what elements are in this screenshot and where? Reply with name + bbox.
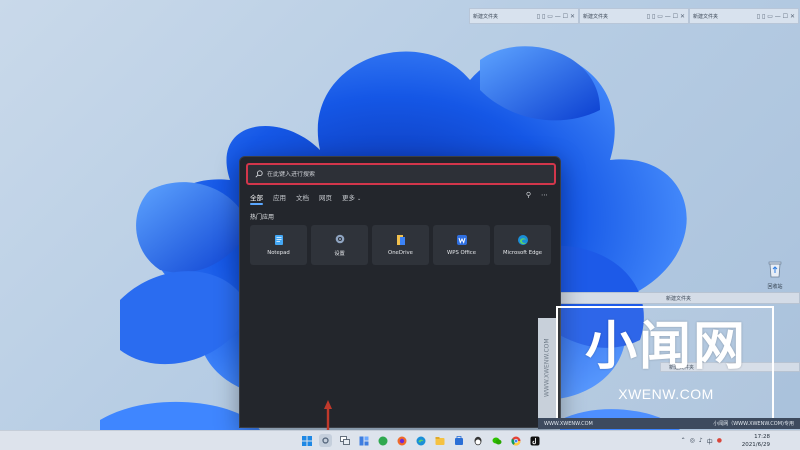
recycle-bin[interactable]: 回收站 bbox=[762, 260, 788, 290]
search-box[interactable] bbox=[246, 163, 556, 185]
clock-date: 2021/6/29 bbox=[741, 442, 770, 448]
qq-icon bbox=[474, 436, 481, 445]
mini-window-title: 新建文件夹 bbox=[583, 13, 609, 20]
taskbar: ⌃ ◎ ♪ 中 ● 17:28 2021/6/29 bbox=[0, 430, 800, 450]
mini-window-title: 新建文件夹 bbox=[473, 13, 499, 20]
app-name: OneDrive bbox=[388, 250, 413, 256]
chevron-up-icon[interactable]: ⌃ bbox=[681, 437, 686, 446]
network-icon[interactable]: ◎ bbox=[690, 437, 695, 446]
mini-window-2[interactable]: 新建文件夹 ▯ ▯ ▭ — ☐ ✕ bbox=[579, 8, 689, 24]
taskbar-app-explorer[interactable] bbox=[433, 434, 446, 447]
more-options-icon[interactable]: ⋯ bbox=[541, 191, 548, 199]
share-account-icon[interactable]: ⚲ bbox=[526, 191, 531, 199]
watermark-strip-left: WWW.XWENW.COM bbox=[544, 420, 593, 427]
clock-time: 17:28 bbox=[754, 434, 770, 440]
app-name: 设置 bbox=[334, 251, 345, 257]
onedrive-icon bbox=[396, 235, 405, 245]
task-view-button[interactable] bbox=[338, 434, 351, 447]
taskbar-app-chrome[interactable] bbox=[509, 434, 522, 447]
watermark-strip-right: 小闻网（WWW.XWENW.COM)专用 bbox=[713, 421, 794, 427]
start-search-panel: 全部 应用 文档 网页 更多⌄ ⚲ ⋯ 热门应用 Notepad 设置 bbox=[239, 156, 561, 428]
start-button[interactable] bbox=[300, 434, 313, 447]
red-arrow-annotation bbox=[324, 400, 332, 430]
wps-office-icon bbox=[456, 235, 467, 245]
app-name: Microsoft Edge bbox=[502, 250, 543, 256]
mini-window-1[interactable]: 新建文件夹 ▯ ▯ ▭ — ☐ ✕ bbox=[469, 8, 579, 24]
widgets-button[interactable] bbox=[357, 434, 370, 447]
mini-window-3[interactable]: 新建文件夹 ▯ ▯ ▭ — ☐ ✕ bbox=[689, 8, 799, 24]
task-view-icon bbox=[339, 436, 350, 445]
firefox-icon bbox=[397, 436, 406, 445]
taskbar-app-edge[interactable] bbox=[414, 434, 427, 447]
taskbar-app-green[interactable] bbox=[376, 434, 389, 447]
wechat-icon bbox=[492, 437, 501, 444]
tab-apps[interactable]: 应用 bbox=[273, 192, 286, 205]
volume-icon[interactable]: ♪ bbox=[699, 437, 703, 446]
top-apps-heading: 热门应用 bbox=[250, 214, 275, 221]
search-input[interactable] bbox=[267, 170, 527, 178]
window-controls[interactable]: ▯ ▯ ▭ — ☐ ✕ bbox=[647, 13, 685, 20]
chrome-icon bbox=[510, 436, 521, 446]
edge-taskbar-icon bbox=[416, 436, 425, 445]
tab-all[interactable]: 全部 bbox=[250, 192, 263, 205]
search-icon bbox=[255, 170, 263, 178]
tab-more[interactable]: 更多 ⌄ bbox=[342, 192, 361, 205]
search-tabs: 全部 应用 文档 网页 更多 ⌄ bbox=[250, 192, 361, 205]
app-name: WPS Office bbox=[447, 250, 476, 256]
system-tray: ⌃ ◎ ♪ 中 ● bbox=[681, 437, 722, 446]
tiktok-icon bbox=[530, 436, 539, 445]
windows-logo-icon bbox=[301, 435, 312, 446]
window-controls[interactable]: ▯ ▯ ▭ — ☐ ✕ bbox=[537, 13, 575, 20]
mini-window-title: 新建文件夹 bbox=[693, 13, 719, 20]
app-tile-wps-office[interactable]: WPS Office bbox=[433, 225, 490, 265]
watermark-strip: WWW.XWENW.COM 小闻网（WWW.XWENW.COM)专用 bbox=[538, 418, 800, 429]
app-tile-onedrive[interactable]: OneDrive bbox=[372, 225, 429, 265]
watermark-vertical-text: WWW.XWENW.COM bbox=[538, 318, 556, 418]
app-name: Notepad bbox=[267, 250, 290, 256]
app-tile-settings[interactable]: 设置 bbox=[311, 225, 368, 265]
green-app-icon bbox=[378, 436, 387, 445]
watermark-url: XWENW.COM bbox=[618, 386, 714, 402]
tab-more-label: 更多 bbox=[342, 194, 355, 202]
recycle-bin-icon bbox=[768, 261, 782, 278]
settings-gear-icon bbox=[335, 234, 344, 244]
edge-icon bbox=[517, 235, 528, 245]
widgets-icon bbox=[359, 436, 368, 445]
app-tile-microsoft-edge[interactable]: Microsoft Edge bbox=[494, 225, 551, 265]
recycle-bin-label: 回收站 bbox=[767, 284, 783, 290]
taskbar-app-store[interactable] bbox=[452, 434, 465, 447]
tab-web[interactable]: 网页 bbox=[319, 192, 332, 205]
chevron-down-icon: ⌄ bbox=[357, 196, 362, 202]
panel-tools: ⚲ ⋯ bbox=[526, 191, 548, 199]
input-method-icon[interactable]: 中 bbox=[707, 437, 713, 446]
taskbar-app-wechat[interactable] bbox=[490, 434, 503, 447]
taskbar-app-tiktok[interactable] bbox=[528, 434, 541, 447]
taskbar-clock[interactable]: 17:28 2021/6/29 bbox=[742, 433, 770, 449]
watermark-logo-text: 小闻网 bbox=[584, 317, 747, 377]
store-icon bbox=[454, 435, 463, 445]
search-button[interactable] bbox=[319, 434, 332, 447]
taskbar-search-icon bbox=[322, 437, 329, 444]
taskbar-app-firefox[interactable] bbox=[395, 434, 408, 447]
window-title: 新建文件夹 bbox=[666, 296, 692, 302]
taskbar-app-icons bbox=[300, 434, 541, 447]
notification-badge-icon[interactable]: ● bbox=[717, 437, 722, 446]
tab-documents[interactable]: 文档 bbox=[296, 192, 309, 205]
taskbar-app-qq[interactable] bbox=[471, 434, 484, 447]
background-window-1[interactable]: 新建文件夹 bbox=[560, 292, 800, 304]
notepad-icon bbox=[274, 235, 283, 245]
folder-icon bbox=[435, 436, 444, 445]
top-apps-row: Notepad 设置 OneDrive WPS Office Microsoft… bbox=[250, 225, 551, 265]
app-tile-notepad[interactable]: Notepad bbox=[250, 225, 307, 265]
window-controls[interactable]: ▯ ▯ ▭ — ☐ ✕ bbox=[757, 13, 795, 20]
